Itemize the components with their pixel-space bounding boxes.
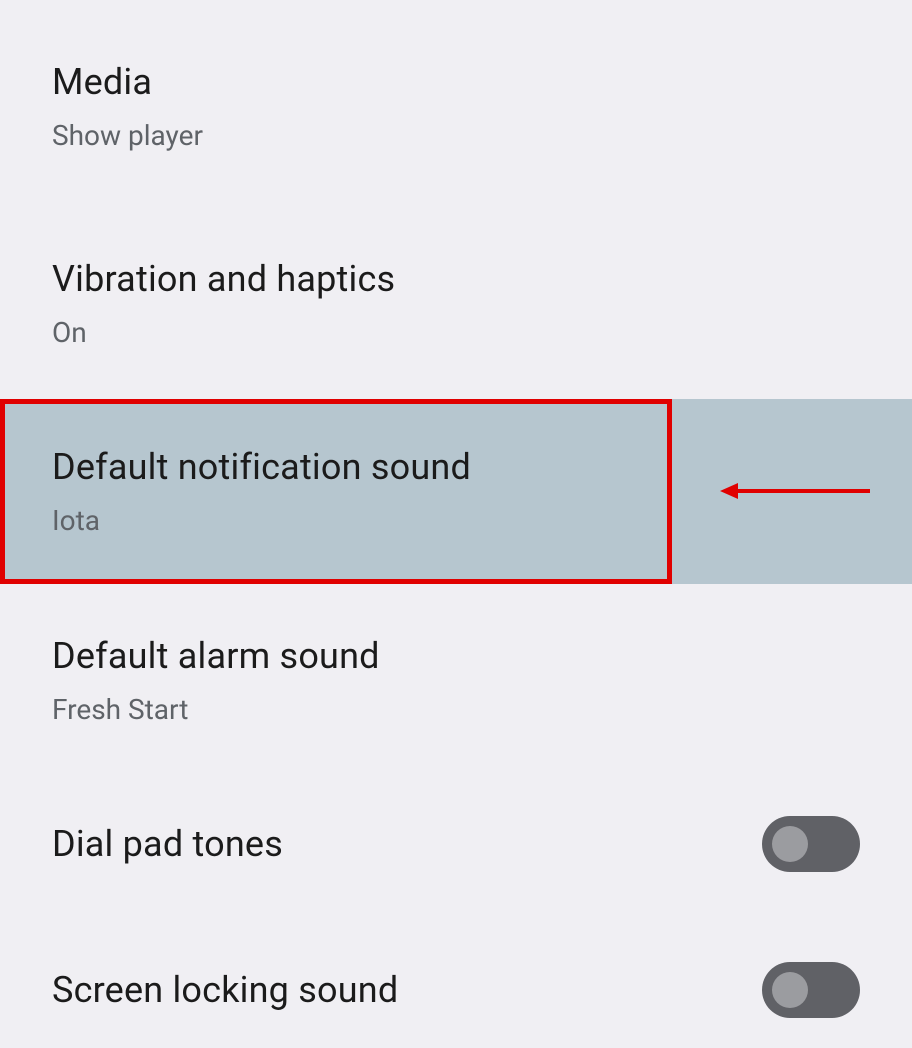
settings-item-title: Default alarm sound: [52, 634, 380, 679]
settings-item-subtitle: Show player: [52, 119, 203, 153]
settings-item-subtitle: Iota: [52, 504, 471, 538]
annotation-arrow-icon: [720, 479, 870, 503]
dial-pad-tones-toggle[interactable]: [762, 816, 860, 872]
settings-item-title: Screen locking sound: [52, 968, 398, 1013]
settings-list: Media Show player Vibration and haptics …: [0, 0, 912, 1048]
toggle-knob: [772, 826, 808, 862]
settings-item-title: Dial pad tones: [52, 822, 283, 867]
toggle-knob: [772, 972, 808, 1008]
settings-item-screen-locking-sound[interactable]: Screen locking sound: [0, 932, 912, 1048]
settings-item-title: Vibration and haptics: [52, 257, 395, 302]
settings-item-subtitle: Fresh Start: [52, 693, 380, 727]
settings-item-dial-pad-tones[interactable]: Dial pad tones: [0, 786, 912, 902]
settings-item-media[interactable]: Media Show player: [0, 30, 912, 183]
screen-locking-sound-toggle[interactable]: [762, 962, 860, 1018]
settings-item-subtitle: On: [52, 316, 395, 350]
settings-item-title: Default notification sound: [52, 445, 471, 490]
settings-item-default-notification-sound[interactable]: Default notification sound Iota: [0, 399, 912, 584]
settings-item-vibration-haptics[interactable]: Vibration and haptics On: [0, 227, 912, 380]
settings-item-default-alarm-sound[interactable]: Default alarm sound Fresh Start: [0, 604, 912, 757]
settings-item-title: Media: [52, 60, 203, 105]
